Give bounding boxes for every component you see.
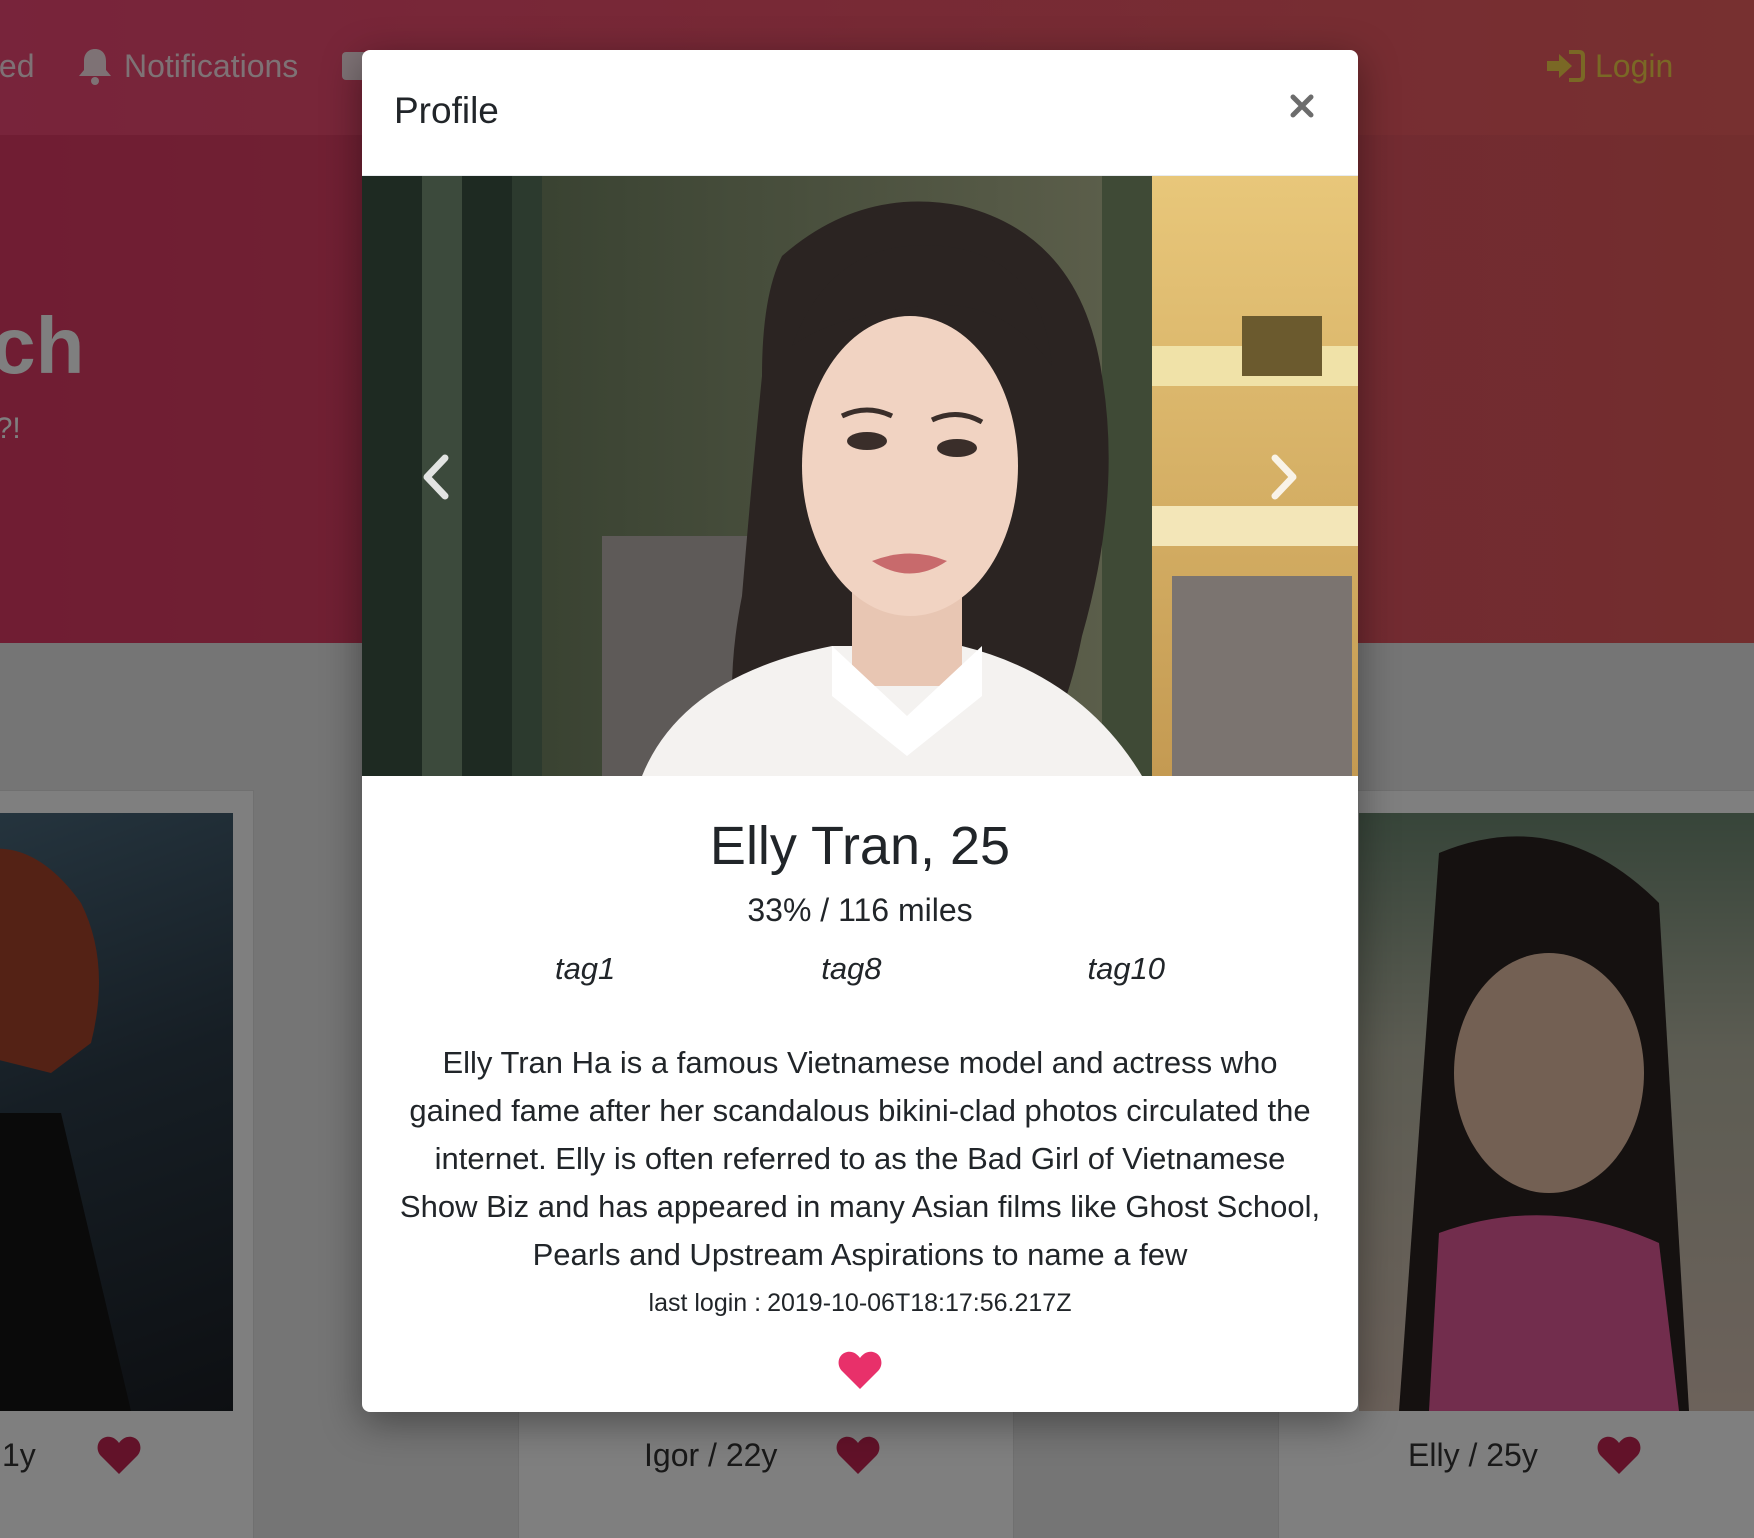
profile-tag: tag1 [554, 951, 616, 987]
last-login-label: last login : [648, 1289, 762, 1318]
photo-carousel [362, 176, 1358, 776]
profile-name-age: Elly Tran, 25 [709, 816, 1011, 876]
heart-icon [838, 1351, 882, 1390]
app-page: ted Notifications [0, 0, 1754, 1538]
chevron-right-icon [1271, 454, 1297, 500]
profile-match-distance: 33% / 116 miles [747, 891, 973, 928]
profile-modal: Profile Elly Tran, 25 33% / 116 miles ta… [362, 50, 1358, 1412]
modal-header: Profile [362, 50, 1358, 176]
last-login: last login :2019-10-06T18:17:56.217Z [362, 1285, 1358, 1321]
profile-tag: tag10 [1087, 951, 1166, 987]
profile-photo [362, 176, 1358, 776]
last-login-value: 2019-10-06T18:17:56.217Z [767, 1289, 1072, 1318]
modal-body: Elly Tran, 25 33% / 116 miles tag1 tag8 … [362, 776, 1358, 1396]
carousel-prev-button[interactable] [392, 432, 482, 522]
profile-bio: Elly Tran Ha is a famous Vietnamese mode… [399, 1045, 1321, 1273]
profile-tag: tag8 [821, 951, 882, 987]
close-icon [1290, 94, 1314, 118]
modal-title: Profile [394, 90, 499, 131]
carousel-next-button[interactable] [1238, 432, 1328, 522]
profile-tags: tag1 tag8 tag10 [452, 951, 1268, 987]
close-button[interactable] [1282, 86, 1322, 126]
chevron-left-icon [423, 454, 449, 500]
like-button[interactable] [837, 1349, 883, 1394]
